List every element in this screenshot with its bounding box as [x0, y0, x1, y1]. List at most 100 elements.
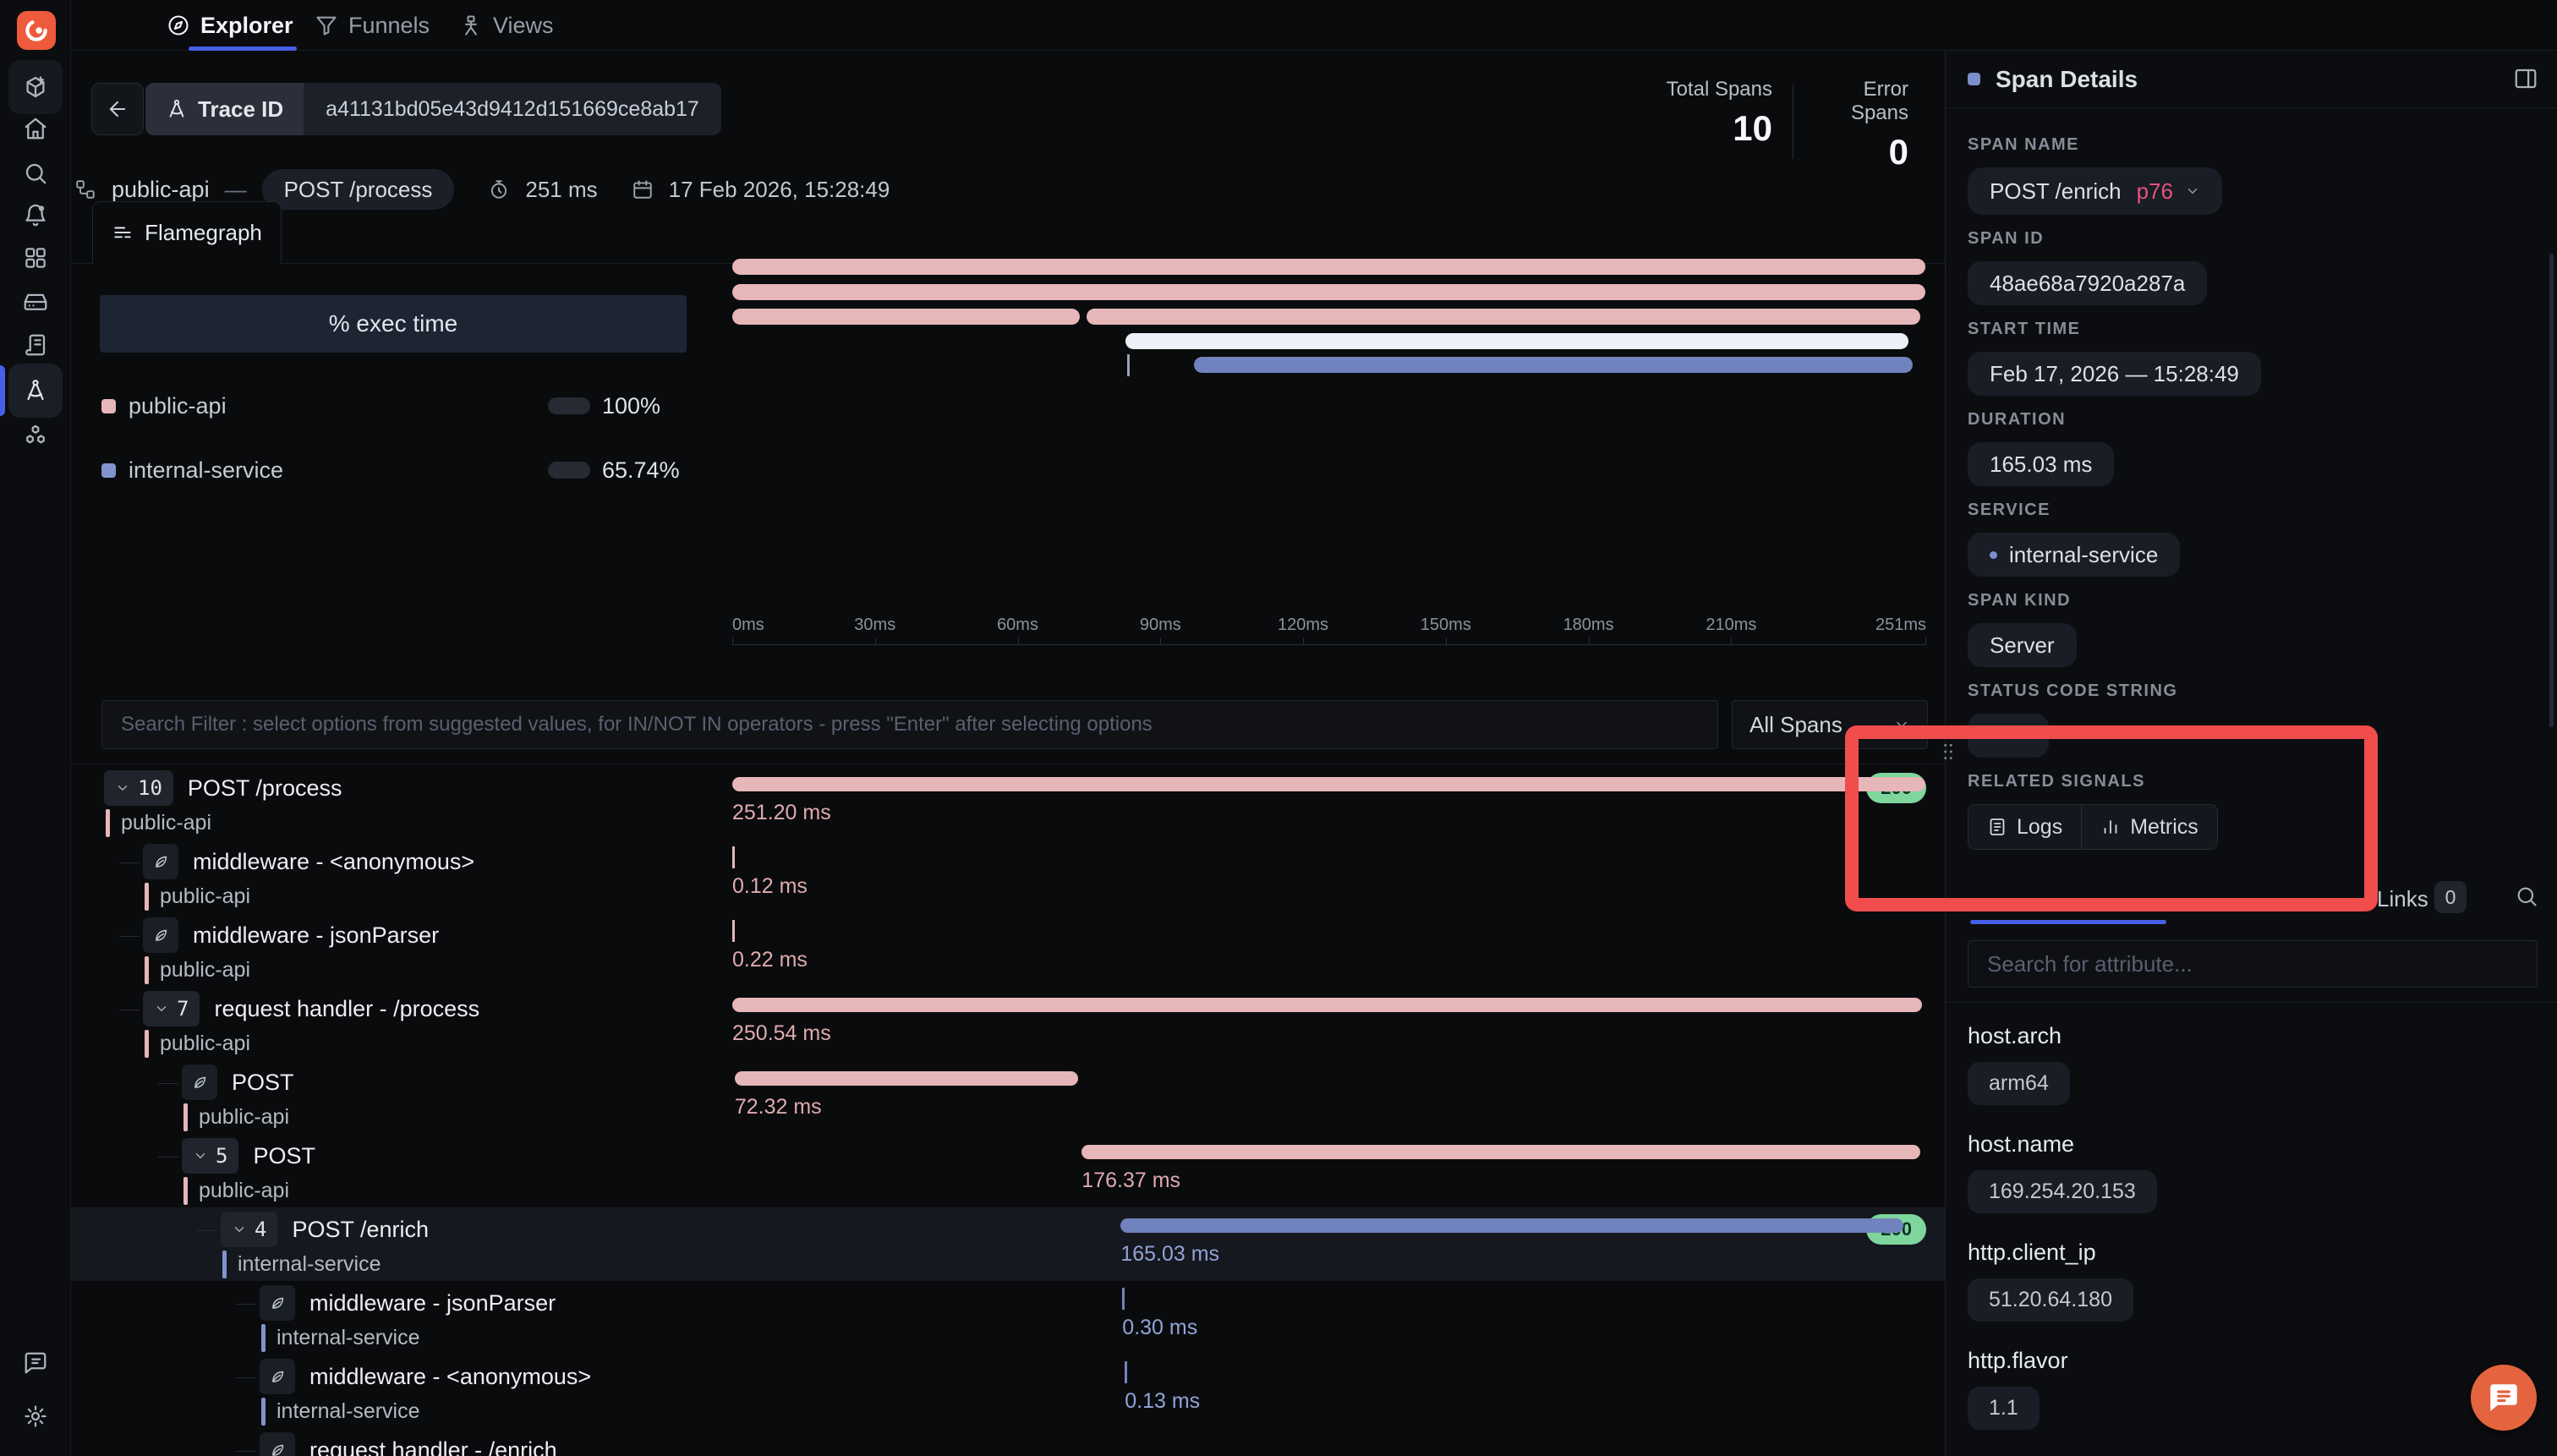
duration-bar[interactable]: [1120, 1218, 1903, 1233]
tab-explorer[interactable]: Explorer: [167, 0, 293, 51]
span-row[interactable]: middleware - <anonymous>public-api0.12 m…: [71, 840, 1945, 913]
leaf-span-chip: [260, 1285, 295, 1321]
sidebar-item-chat[interactable]: [8, 1336, 63, 1390]
flamegraph-span-bar[interactable]: [732, 259, 1925, 275]
leaf-span-chip: [182, 1065, 217, 1100]
span-row[interactable]: request handler - /enrichinternal-servic…: [71, 1428, 1945, 1456]
tab-links[interactable]: Links: [2377, 886, 2428, 912]
flamegraph-span-bar[interactable]: [732, 284, 1925, 300]
expand-collapse-chip[interactable]: 5: [182, 1138, 238, 1174]
trace-id-chip[interactable]: Trace ID a41131bd05e43d9412d151669ce8ab1…: [145, 83, 721, 135]
span-service-line: public-api: [183, 1102, 289, 1132]
waterfall-cell: 165.03 ms: [732, 1207, 1926, 1281]
flamegraph-span-bar[interactable]: [1194, 357, 1913, 373]
panel-collapse-icon[interactable]: [2513, 66, 2538, 91]
duration-bar[interactable]: [732, 998, 1922, 1012]
expand-collapse-chip[interactable]: 4: [221, 1212, 277, 1247]
expand-collapse-chip[interactable]: 10: [104, 770, 173, 806]
package-plus-icon: [23, 74, 48, 100]
span-name: POST /process: [188, 775, 342, 802]
span-name-value: POST /enrich: [1990, 178, 2122, 205]
axis-tick: [1018, 638, 1019, 644]
service-color-mark: [222, 1251, 227, 1278]
leaf-icon: [190, 1073, 209, 1092]
tab-flamegraph[interactable]: Flamegraph: [92, 201, 282, 264]
chevron-down-icon: [2185, 183, 2200, 199]
time-axis: 0ms30ms60ms90ms120ms150ms180ms210ms251ms: [732, 616, 1941, 651]
legend-row-public-api[interactable]: public-api100%: [101, 391, 688, 421]
span-row[interactable]: 7request handler - /processpublic-api250…: [71, 987, 1945, 1060]
leaf-span-chip: [260, 1432, 295, 1456]
span-service-name: public-api: [199, 1179, 289, 1203]
leaf-icon: [268, 1294, 287, 1312]
panel-bullet: [1968, 73, 1980, 85]
duration-tick[interactable]: [1122, 1288, 1125, 1310]
sidebar-item-gear[interactable]: [8, 1389, 63, 1443]
panel-resize-handle[interactable]: [1937, 741, 1959, 763]
span-service-line: public-api: [106, 807, 211, 838]
duration-chip: 165.03 ms: [1968, 442, 2114, 486]
chevron-down-icon: [193, 1148, 208, 1163]
span-row[interactable]: 10POST /process200public-api251.20 ms: [71, 766, 1945, 840]
duration-bar[interactable]: [735, 1071, 1079, 1086]
duration-bar[interactable]: [732, 777, 1925, 791]
axis-tick: [1303, 638, 1304, 644]
flamegraph-track[interactable]: [732, 254, 1926, 389]
total-spans-value: 10: [1603, 108, 1772, 149]
axis-tick: [1925, 638, 1926, 644]
span-filter-input[interactable]: [101, 700, 1718, 749]
back-button[interactable]: [91, 83, 144, 135]
legend-progress-pill: [548, 462, 590, 479]
leaf-span-chip: [143, 844, 178, 879]
axis-tick: [875, 638, 876, 644]
flamegraph-span-tick[interactable]: [1127, 354, 1130, 376]
panel-scrollbar[interactable]: [2549, 254, 2554, 727]
metrics-button[interactable]: Metrics: [2081, 805, 2217, 849]
waterfall-cell: 176.37 ms: [732, 1134, 1926, 1207]
duration-tick[interactable]: [1125, 1361, 1127, 1383]
chat-support-button[interactable]: [2471, 1365, 2537, 1431]
span-name: POST /enrich: [292, 1217, 429, 1243]
tab-views[interactable]: Views: [459, 0, 554, 51]
attribute-search-input[interactable]: [1968, 940, 2538, 988]
leaf-span-chip: [143, 917, 178, 953]
expand-collapse-chip[interactable]: 7: [143, 991, 200, 1026]
start-time-chip: Feb 17, 2026 — 15:28:49: [1968, 352, 2261, 396]
span-scope-select[interactable]: All Spans: [1732, 700, 1928, 749]
span-row[interactable]: middleware - jsonParserinternal-service0…: [71, 1281, 1945, 1355]
axis-tick: [1589, 638, 1590, 644]
signoz-logo[interactable]: [17, 11, 56, 50]
attribute-key: http.flavor: [1968, 1348, 2538, 1374]
waterfall-cell: 0.13 ms: [732, 1355, 1926, 1428]
trace-compass-icon: [23, 378, 48, 403]
span-name-line: middleware - <anonymous>: [260, 1357, 591, 1396]
tab-funnels[interactable]: Funnels: [315, 0, 430, 51]
sidebar-item-cubes[interactable]: [8, 408, 63, 463]
service-color-mark: [261, 1324, 266, 1352]
search-icon[interactable]: [2515, 884, 2538, 908]
flamegraph-span-bar[interactable]: [732, 309, 1080, 325]
duration-tick[interactable]: [732, 846, 735, 868]
duration-tick[interactable]: [732, 920, 735, 942]
logs-button-label: Logs: [2017, 815, 2062, 840]
span-service-name: public-api: [160, 958, 250, 983]
trace-datetime: 17 Feb 2026, 15:28:49: [669, 177, 890, 203]
span-row[interactable]: 5POSTpublic-api176.37 ms: [71, 1134, 1945, 1207]
trace-id-value: a41131bd05e43d9412d151669ce8ab17: [304, 83, 721, 135]
span-name-label: SPAN NAME: [1968, 135, 2536, 155]
server-icon: [23, 289, 48, 315]
span-name-chip[interactable]: POST /enrich p76: [1968, 167, 2222, 215]
span-row[interactable]: middleware - <anonymous>internal-service…: [71, 1355, 1945, 1428]
duration-bar[interactable]: [1081, 1145, 1919, 1159]
legend-row-internal-service[interactable]: internal-service65.74%: [101, 455, 688, 485]
flamegraph-span-bar[interactable]: [1125, 333, 1908, 349]
service-value: internal-service: [2009, 542, 2158, 568]
flamegraph-span-bar[interactable]: [1087, 309, 1920, 325]
span-row[interactable]: middleware - jsonParserpublic-api0.22 ms: [71, 913, 1945, 987]
flamegraph-tab-label: Flamegraph: [145, 220, 262, 246]
axis-tick-label: 0ms: [732, 616, 764, 635]
span-row[interactable]: POSTpublic-api72.32 ms: [71, 1060, 1945, 1134]
logs-button[interactable]: Logs: [1968, 805, 2081, 849]
legend-service-name: internal-service: [129, 457, 283, 484]
span-row[interactable]: 4POST /enrich200internal-service165.03 m…: [71, 1207, 1945, 1281]
